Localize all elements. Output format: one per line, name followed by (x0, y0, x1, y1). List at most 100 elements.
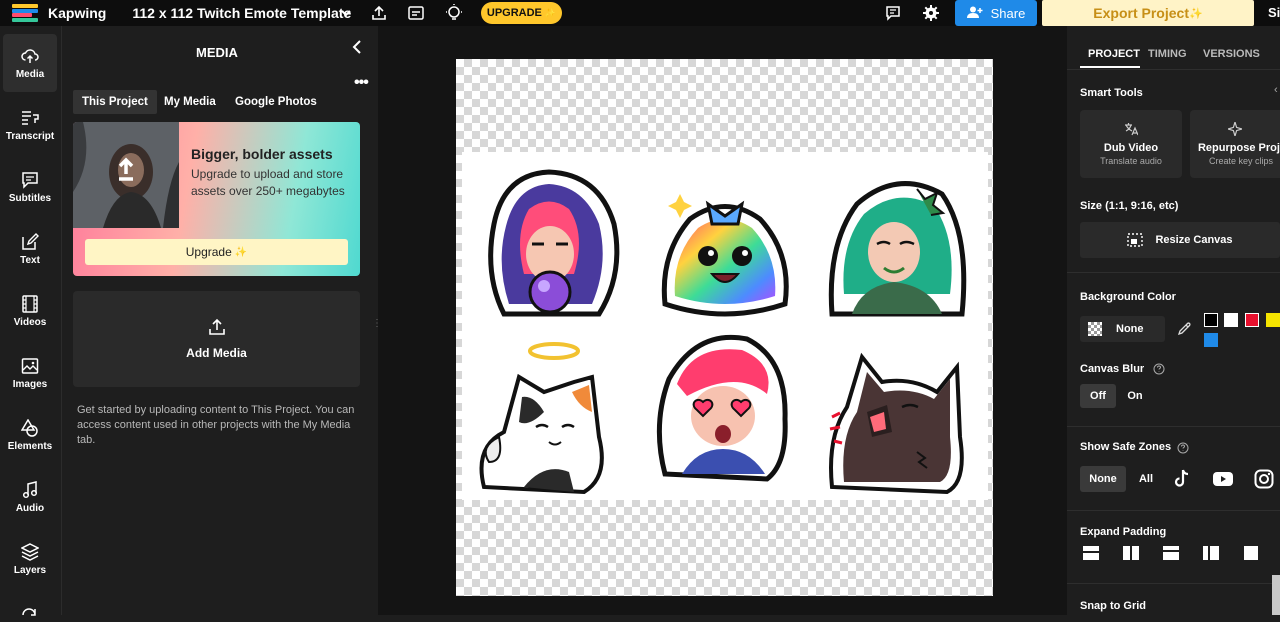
text-edit-icon (22, 232, 39, 250)
color-swatch-blue[interactable] (1204, 333, 1218, 347)
tab-project[interactable]: PROJECT (1088, 48, 1140, 60)
export-label: Export Project (1093, 5, 1189, 21)
comment-icon[interactable] (883, 3, 903, 23)
safe-zone-none[interactable]: None (1080, 466, 1126, 492)
section-divider (1067, 583, 1280, 584)
tab-timing[interactable]: TIMING (1148, 48, 1187, 60)
tab-my-media[interactable]: My Media (155, 90, 225, 114)
background-color-picker[interactable]: None (1080, 316, 1165, 342)
project-title[interactable]: 112 x 112 Twitch Emote Template (132, 5, 351, 21)
sidebar-item-media[interactable]: Media (3, 34, 57, 92)
dub-video-button[interactable]: Dub Video Translate audio (1080, 110, 1182, 178)
music-note-icon (22, 480, 38, 498)
sidebar-item-elements[interactable]: Elements (3, 406, 57, 464)
tab-this-project[interactable]: This Project (73, 90, 157, 114)
sparkle-icon: ✨ (1189, 7, 1203, 20)
repurpose-project-button[interactable]: Repurpose Proje Create key clips (1190, 110, 1280, 178)
left-sidebar: Media Transcript Subtitles Text Videos I… (0, 26, 62, 616)
sign-in-link[interactable]: Si (1268, 5, 1280, 20)
color-swatch-white[interactable] (1224, 313, 1238, 327)
refresh-icon[interactable] (20, 604, 38, 622)
sparkle-icon: ✨ (234, 246, 248, 258)
help-icon[interactable] (1153, 362, 1165, 380)
tool-subtitle: Create key clips (1208, 156, 1274, 166)
canvas-blur-label: Canvas Blur (1080, 363, 1145, 375)
sidebar-item-audio[interactable]: Audio (3, 468, 57, 526)
size-label: Size (1:1, 9:16, etc) (1080, 200, 1179, 212)
sidebar-item-images[interactable]: Images (3, 344, 57, 402)
section-divider (1067, 426, 1280, 427)
add-media-button[interactable]: Add Media (73, 291, 360, 387)
brand-name[interactable]: Kapwing (48, 5, 106, 21)
upgrade-promo-card: Bigger, bolder assets Upgrade to upload … (73, 122, 360, 276)
sidebar-item-label: Layers (13, 564, 47, 576)
padding-top-icon[interactable] (1163, 546, 1179, 560)
transcript-icon (22, 110, 39, 125)
collapse-panel-icon[interactable] (352, 39, 362, 60)
upgrade-button[interactable]: UPGRADE ✨ (481, 2, 562, 24)
emote-sheet-image[interactable] (462, 152, 988, 500)
background-color-label: Background Color (1080, 291, 1176, 303)
tool-name: Repurpose Proje (1197, 142, 1280, 154)
sidebar-item-label: Transcript (5, 130, 55, 142)
resize-canvas-button[interactable]: Resize Canvas (1080, 222, 1280, 258)
panel-title: MEDIA (196, 45, 238, 60)
upload-cloud-icon (21, 48, 39, 63)
transparent-swatch (1088, 322, 1102, 336)
sidebar-item-transcript[interactable]: Transcript (3, 96, 57, 154)
emote-angel-cat (479, 342, 604, 495)
sidebar-item-text[interactable]: Text (3, 220, 57, 278)
captions-icon[interactable] (406, 3, 426, 23)
emote-witch (488, 169, 620, 317)
upgrade-label: UPGRADE (486, 7, 542, 19)
section-divider (1067, 272, 1280, 273)
tab-versions[interactable]: VERSIONS (1203, 48, 1260, 60)
color-swatch-black[interactable] (1204, 313, 1218, 327)
emote-heart-eyes (656, 334, 788, 482)
safe-zone-all[interactable]: All (1131, 466, 1161, 492)
upload-icon[interactable] (369, 3, 389, 23)
tool-name: Dub Video (1103, 142, 1159, 154)
properties-panel: PROJECT TIMING VERSIONS Smart Tools ‹ Du… (1067, 26, 1280, 615)
expand-padding-label: Expand Padding (1080, 526, 1167, 538)
youtube-icon[interactable] (1213, 472, 1233, 491)
tab-divider (1067, 69, 1280, 70)
sidebar-item-label: Text (20, 254, 40, 266)
shapes-icon (21, 418, 38, 437)
lightbulb-icon[interactable] (444, 3, 464, 23)
promo-photo (73, 122, 179, 228)
tiktok-icon[interactable] (1173, 469, 1191, 494)
panel-resize-handle[interactable]: ⋮ (372, 319, 382, 329)
promo-upgrade-button[interactable]: Upgrade ✨ (85, 239, 348, 265)
section-divider (1067, 510, 1280, 511)
help-icon[interactable] (1177, 441, 1189, 459)
chevron-down-icon[interactable] (336, 3, 356, 23)
padding-horizontal-icon[interactable] (1123, 546, 1139, 560)
export-project-button[interactable]: Export Project ✨ (1042, 0, 1254, 26)
padding-side-icon[interactable] (1203, 546, 1219, 560)
tab-google-photos[interactable]: Google Photos (226, 90, 326, 114)
media-help-text: Get started by uploading content to This… (77, 404, 355, 446)
blur-on-toggle[interactable]: On (1121, 384, 1149, 408)
kapwing-logo[interactable] (12, 4, 38, 22)
sidebar-item-videos[interactable]: Videos (3, 282, 57, 340)
upload-icon (208, 318, 225, 335)
color-swatch-red[interactable] (1245, 313, 1259, 327)
share-button[interactable]: Share (955, 0, 1037, 26)
eyedropper-icon[interactable] (1177, 322, 1191, 341)
tool-subtitle: Translate audio (1100, 156, 1162, 166)
blur-off-toggle[interactable]: Off (1080, 384, 1116, 408)
chevron-left-icon[interactable]: ‹ (1274, 84, 1278, 96)
padding-all-icon[interactable] (1244, 546, 1260, 560)
sidebar-item-label: Media (15, 68, 45, 80)
sidebar-item-subtitles[interactable]: Subtitles (3, 158, 57, 216)
gear-icon[interactable] (921, 3, 941, 23)
more-options-icon[interactable]: ••• (354, 74, 369, 92)
sidebar-item-layers[interactable]: Layers (3, 530, 57, 588)
padding-vertical-icon[interactable] (1083, 546, 1099, 560)
layers-icon (21, 542, 39, 561)
add-media-label: Add Media (186, 346, 247, 360)
scrollbar-thumb[interactable] (1272, 575, 1280, 615)
color-swatch-yellow[interactable] (1266, 313, 1280, 327)
instagram-icon[interactable] (1254, 469, 1274, 494)
